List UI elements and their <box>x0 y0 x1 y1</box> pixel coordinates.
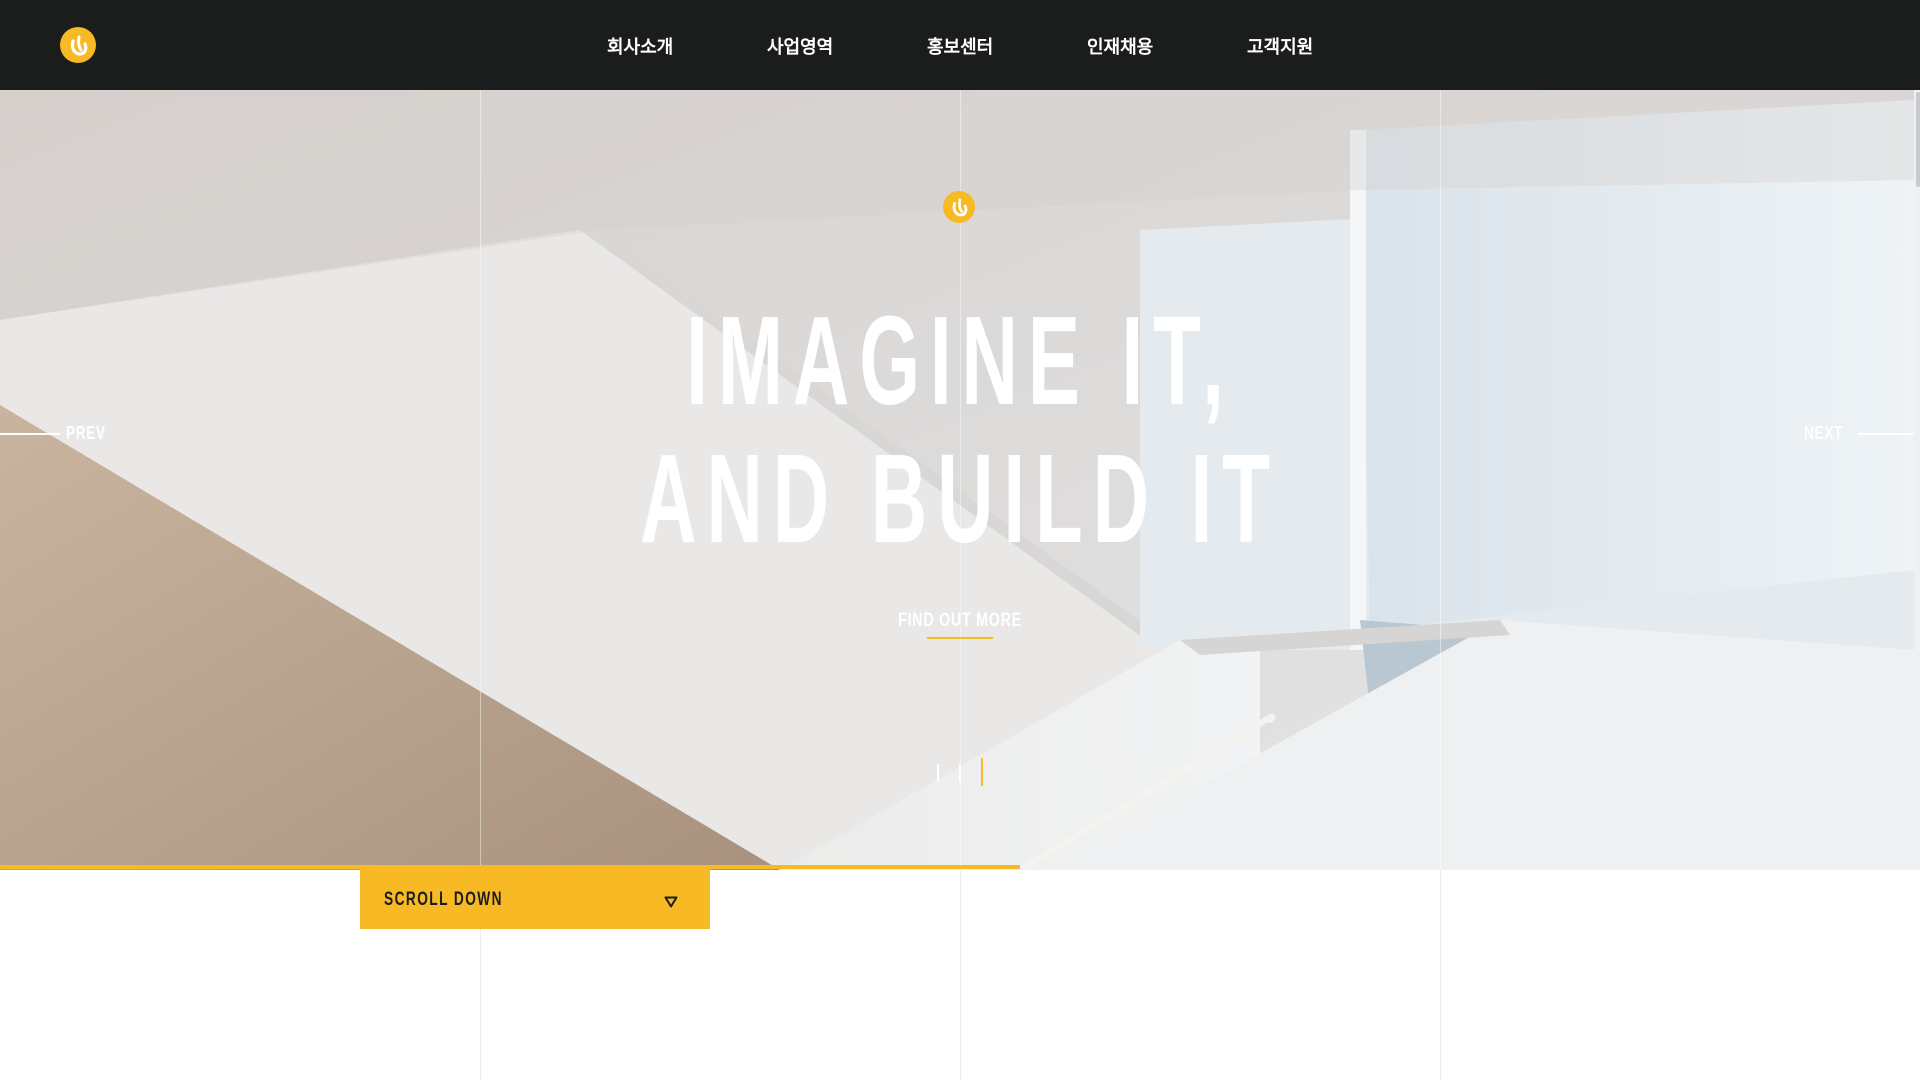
prev-arrow-line <box>0 433 60 435</box>
nav-item-company[interactable]: 회사소개 <box>607 33 673 59</box>
scroll-down-label: SCROLL DOWN <box>384 889 503 910</box>
next-arrow-line <box>1858 433 1914 435</box>
slide-indicator-3[interactable] <box>981 758 983 786</box>
find-out-more-link[interactable]: FIND OUT MORE <box>885 610 1035 632</box>
cta-underline <box>927 637 993 639</box>
hero-headline-line1: IMAGINE IT, <box>686 290 1234 431</box>
grid-line <box>1440 870 1441 1080</box>
next-slide-button[interactable]: NEXT <box>1804 423 1843 444</box>
slide-indicator-1[interactable] <box>937 764 939 782</box>
nav-item-pr-center[interactable]: 홍보센터 <box>927 33 993 59</box>
nav-item-recruit[interactable]: 인재채용 <box>1087 33 1153 59</box>
scrollbar-thumb[interactable] <box>1916 92 1920 187</box>
slide-indicator-2[interactable] <box>959 764 961 782</box>
site-header: 회사소개 사업영역 홍보센터 인재채용 고객지원 <box>0 0 1920 90</box>
hero-logo-icon <box>943 191 975 223</box>
nav-item-support[interactable]: 고객지원 <box>1247 33 1313 59</box>
page-scrollbar[interactable] <box>1914 90 1920 870</box>
grid-line <box>960 870 961 1080</box>
brand-logo-icon[interactable] <box>60 27 96 63</box>
scroll-down-button[interactable]: SCROLL DOWN <box>360 869 710 929</box>
hero-headline-line2: AND BUILD IT <box>640 428 1280 569</box>
nav-item-business[interactable]: 사업영역 <box>767 33 833 59</box>
prev-slide-button[interactable]: PREV <box>66 423 106 444</box>
triangle-down-icon <box>664 896 678 908</box>
